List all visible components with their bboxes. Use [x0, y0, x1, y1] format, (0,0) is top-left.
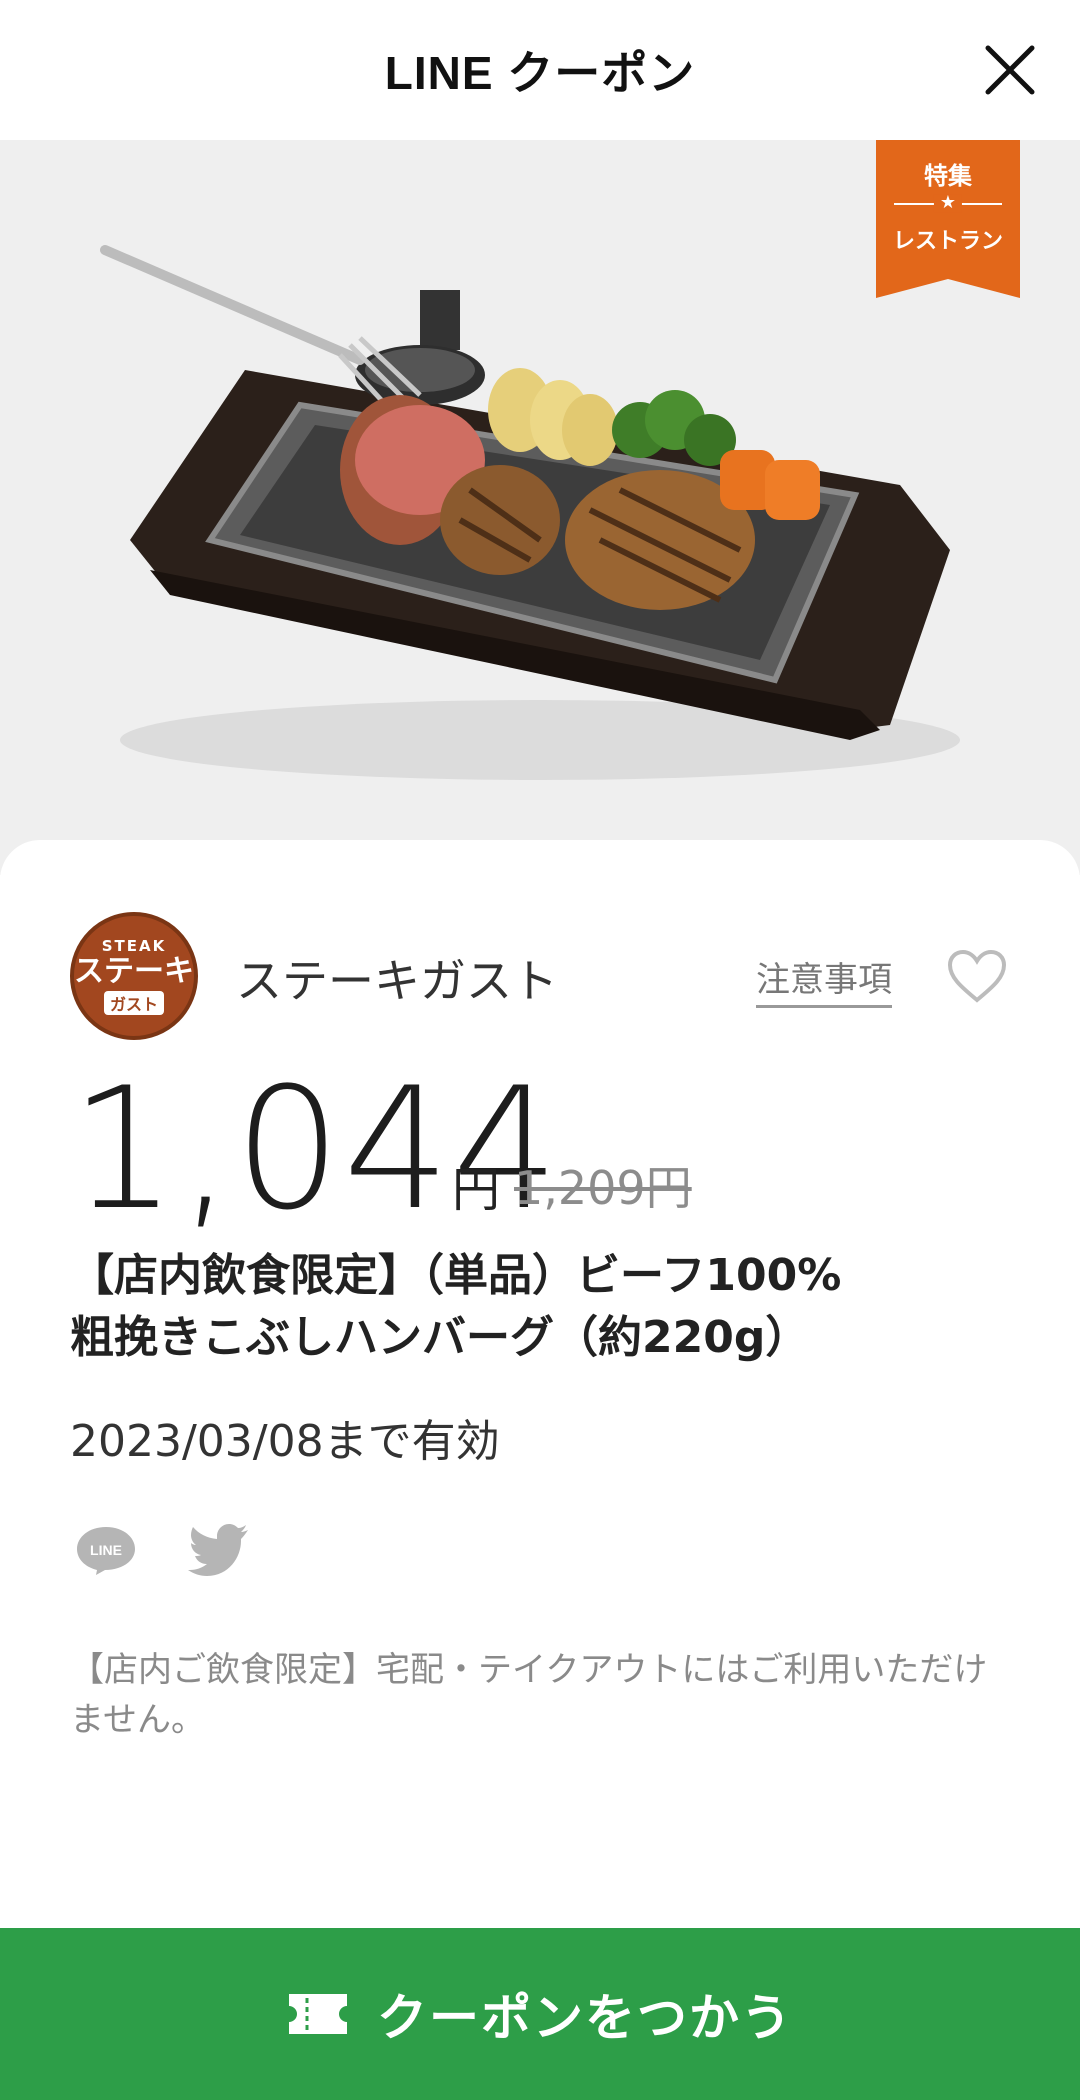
coupon-title-line-1: 【店内飲食限定】（単品）ビーフ100%: [70, 1250, 842, 1301]
close-icon[interactable]: [980, 40, 1040, 100]
coupon-title-line-2: 粗挽きこぶしハンバーグ（約220g）: [70, 1312, 810, 1363]
badge-label-bottom: レストラン: [892, 229, 1003, 254]
line-share-label: LINE: [90, 1542, 122, 1558]
featured-badge: 特集 ★ レストラン: [876, 140, 1020, 298]
ticket-icon: [289, 1994, 347, 2034]
header-bar: LINE クーポン: [0, 0, 1080, 140]
price-unit: 円: [452, 1162, 501, 1218]
twitter-share-icon[interactable]: [188, 1522, 252, 1578]
store-logo-main: ステーキ: [74, 954, 194, 989]
validity-date: 2023/03/08まで有効: [70, 1416, 500, 1467]
badge-divider: ★: [894, 194, 1002, 213]
page-title: LINE クーポン: [384, 47, 696, 99]
original-price: 1,209円: [514, 1161, 692, 1215]
line-share-icon[interactable]: LINE: [74, 1524, 138, 1576]
usage-notice: 【店内ご飲食限定】宅配・テイクアウトにはご利用いただけません。: [70, 1650, 988, 1740]
star-icon: ★: [933, 194, 963, 213]
store-logo-top: STEAK: [101, 937, 167, 955]
use-coupon-button[interactable]: クーポンをつかう: [0, 1928, 1080, 2100]
badge-label-top: 特集: [924, 162, 972, 190]
notes-link[interactable]: 注意事項: [756, 952, 892, 1008]
heart-icon[interactable]: [946, 948, 1008, 1004]
store-logo: STEAK ステーキ ガスト: [70, 912, 198, 1040]
coupon-title: 【店内飲食限定】（単品）ビーフ100% 粗挽きこぶしハンバーグ（約220g）: [70, 1245, 1030, 1369]
store-name: ステーキガスト: [236, 954, 558, 1008]
use-coupon-label: クーポンをつかう: [377, 1989, 793, 2047]
store-logo-sub: ガスト: [103, 991, 164, 1015]
